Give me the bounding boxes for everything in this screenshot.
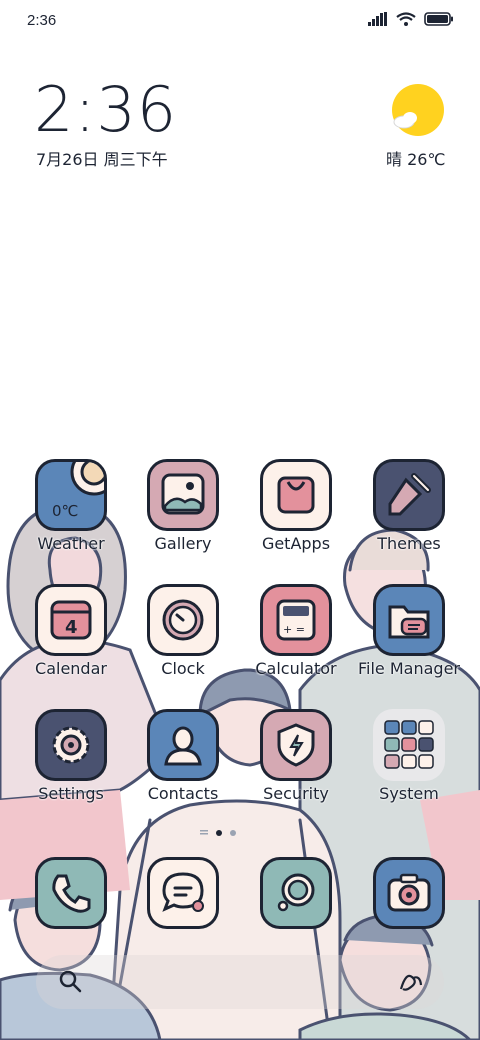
folder-icon [373,584,445,656]
gallery-icon [147,459,219,531]
app-label: Contacts [147,784,219,803]
calendar-icon-text: 4 [65,617,78,638]
app-label: Settings [38,784,104,803]
app-label: Weather [37,534,105,553]
status-bar: 2:36 [0,0,480,40]
shield-icon [260,709,332,781]
app-label: Calculator [255,659,337,678]
app-calculator[interactable]: + = Calculator [241,584,351,678]
svg-text:+ =: + = [283,623,305,636]
app-label: File Manager [358,659,460,678]
app-label: Security [263,784,329,803]
paintbrush-icon [373,459,445,531]
app-file-manager[interactable]: File Manager [354,584,464,678]
app-label: GetApps [261,534,331,553]
assistant-icon[interactable] [398,969,424,995]
app-clock[interactable]: Clock [128,584,238,678]
search-bar[interactable] [36,955,444,1009]
app-label: Gallery [154,534,212,553]
weather-condition-temp: 晴 26℃ [386,150,446,169]
weather-icon-text: 0℃ [52,502,78,520]
app-themes[interactable]: Themes [354,459,464,553]
battery-icon [424,12,453,26]
clock-widget-date: 7月26日 周三下午 [36,150,168,169]
app-settings[interactable]: Settings [16,709,126,803]
signal-icon [368,12,387,26]
sun-icon[interactable] [392,84,444,136]
weather-icon: 0℃ [35,459,107,531]
page-dot-active [216,830,222,836]
app-label: Clock [161,659,205,678]
phone-icon [35,857,107,929]
dock-phone[interactable] [16,857,126,929]
camera-icon [373,857,445,929]
app-label: System [379,784,439,803]
wifi-icon [396,12,416,26]
app-label: Calendar [35,659,107,678]
folder-grid-icon [373,709,445,781]
page-dot [230,830,236,836]
clock-widget-time[interactable]: 2:36 [34,78,177,142]
page-indicator-menu [200,830,208,836]
shopping-bag-icon [260,459,332,531]
app-security[interactable]: Security [241,709,351,803]
clock-icon [147,584,219,656]
dock-browser[interactable] [241,857,351,929]
search-icon [59,970,82,993]
app-folder-system[interactable]: System [354,709,464,803]
dock-messages[interactable] [128,857,238,929]
gear-icon [35,709,107,781]
app-label: Themes [377,534,441,553]
app-contacts[interactable]: Contacts [128,709,238,803]
status-time: 2:36 [27,12,57,29]
messages-icon [147,857,219,929]
page-indicator[interactable] [200,830,236,836]
app-getapps[interactable]: GetApps [241,459,351,553]
app-gallery[interactable]: Gallery [128,459,238,553]
calculator-icon: + = [260,584,332,656]
calendar-icon: 4 [35,584,107,656]
app-weather[interactable]: 0℃ Weather [16,459,126,553]
contacts-icon [147,709,219,781]
dock-camera[interactable] [354,857,464,929]
app-calendar[interactable]: 4 Calendar [16,584,126,678]
browser-icon [260,857,332,929]
